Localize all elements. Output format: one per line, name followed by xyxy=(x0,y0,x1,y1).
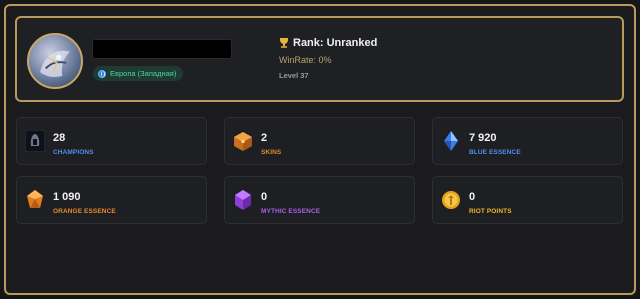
stat-card-riot-points[interactable]: 0 RIOT POINTS xyxy=(432,176,623,224)
summoner-name-redacted xyxy=(92,39,232,59)
stat-card-skins[interactable]: 2 SKINS xyxy=(224,117,415,165)
champion-helmet-icon xyxy=(24,129,46,153)
stat-card-champions[interactable]: 28 CHAMPIONS xyxy=(16,117,207,165)
stat-label: CHAMPIONS xyxy=(53,149,94,156)
stat-label: SKINS xyxy=(261,149,282,156)
orange-essence-icon xyxy=(25,189,45,211)
skin-chest-icon xyxy=(233,130,253,152)
stat-value: 0 xyxy=(469,191,476,203)
stat-value: 1 090 xyxy=(53,191,81,203)
trophy-icon xyxy=(279,37,289,49)
stat-label: RIOT POINTS xyxy=(469,208,512,215)
globe-icon xyxy=(98,69,106,78)
riot-points-icon xyxy=(441,189,461,211)
avatar[interactable] xyxy=(27,33,83,89)
stat-value: 28 xyxy=(53,132,66,144)
profile-card: Европа (Западная) Rank: Unranked WinRate… xyxy=(15,16,624,102)
stat-card-mythic-essence[interactable]: 0 MYTHIC ESSENCE xyxy=(224,176,415,224)
region-label: Европа (Западная) xyxy=(110,69,177,78)
winrate-text: WinRate: 0% xyxy=(279,55,332,65)
stat-value: 7 920 xyxy=(469,132,497,144)
stat-card-orange-essence[interactable]: 1 090 ORANGE ESSENCE xyxy=(16,176,207,224)
stat-label: MYTHIC ESSENCE xyxy=(261,208,321,215)
level-text: Level 37 xyxy=(279,71,309,80)
blue-essence-icon xyxy=(441,130,461,152)
mythic-essence-icon xyxy=(233,189,253,211)
stat-value: 2 xyxy=(261,132,268,144)
rank-heading: Rank: Unranked xyxy=(279,37,377,49)
stat-value: 0 xyxy=(261,191,268,203)
stat-card-blue-essence[interactable]: 7 920 BLUE ESSENCE xyxy=(432,117,623,165)
region-badge: Европа (Западная) xyxy=(93,66,184,81)
stat-label: BLUE ESSENCE xyxy=(469,149,521,156)
rank-label: Rank: Unranked xyxy=(293,37,378,49)
stat-label: ORANGE ESSENCE xyxy=(53,208,116,215)
